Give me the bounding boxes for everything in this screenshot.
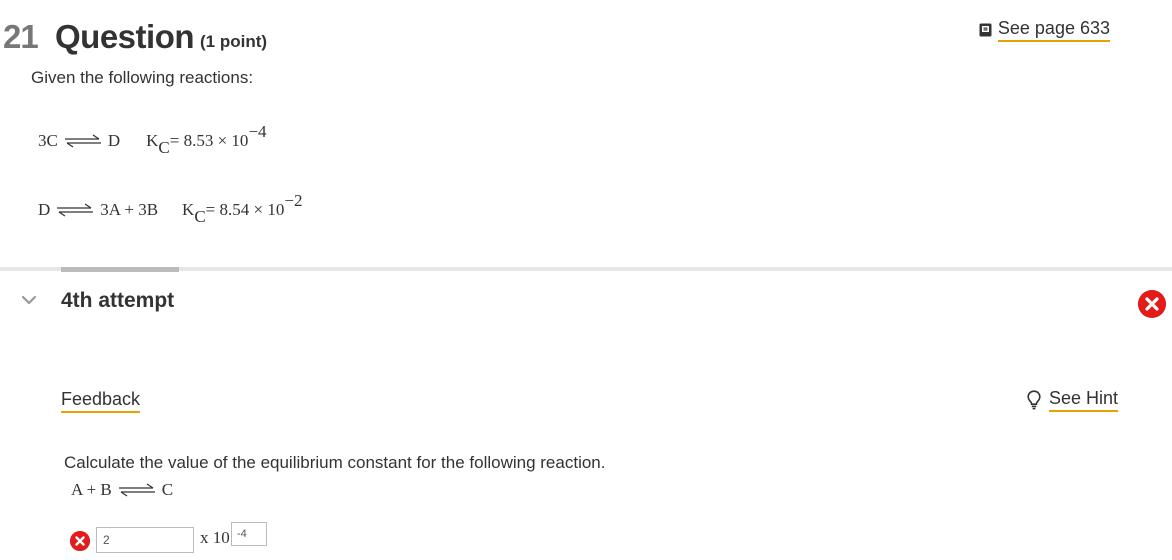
answer-exponent-input[interactable] xyxy=(231,522,267,546)
attempt-tab-indicator xyxy=(61,267,179,272)
target-reaction-rhs: C xyxy=(161,480,174,499)
question-title: Question xyxy=(55,18,195,55)
question-points: (1 point) xyxy=(200,32,268,51)
see-hint-label[interactable]: See Hint xyxy=(1048,388,1118,412)
question-number: 21 xyxy=(3,18,39,55)
answer-mantissa-input[interactable] xyxy=(96,527,194,553)
reaction-2: D 3A + 3B K C = 8.54 × 10 −2 xyxy=(38,191,302,226)
see-page-label[interactable]: See page 633 xyxy=(997,18,1110,42)
reaction-1-k-value: = 8.53 × 10 xyxy=(169,131,249,150)
attempt-label: 4th attempt xyxy=(61,289,175,312)
x-circle-icon xyxy=(1138,290,1166,318)
question-prompt: Calculate the value of the equilibrium c… xyxy=(64,453,606,472)
reaction-1-rhs: D xyxy=(107,131,121,150)
reaction-1-k-exponent: −4 xyxy=(248,122,267,141)
reaction-1-k-subscript: C xyxy=(158,138,170,157)
reaction-2-k-exponent: −2 xyxy=(284,191,303,210)
chevron-down-icon[interactable] xyxy=(20,293,38,307)
incorrect-icon xyxy=(70,531,90,551)
feedback-link[interactable]: Feedback xyxy=(61,389,141,413)
see-hint-link[interactable]: See Hint xyxy=(1027,388,1118,412)
reaction-1-k-symbol: K xyxy=(146,131,159,150)
reaction-1-lhs: 3C xyxy=(38,131,58,150)
times-ten-label: x 10 xyxy=(200,528,230,547)
lightbulb-icon xyxy=(1027,390,1041,410)
equilibrium-arrows-icon xyxy=(118,483,155,497)
equilibrium-arrows-icon xyxy=(64,134,101,148)
target-reaction-lhs: A + B xyxy=(71,480,112,499)
reaction-2-lhs: D xyxy=(38,200,51,219)
question-intro: Given the following reactions: xyxy=(31,68,254,87)
reaction-2-k-subscript: C xyxy=(194,207,206,226)
book-icon xyxy=(979,23,992,37)
reaction-1: 3C D K C = 8.53 × 10 −4 xyxy=(38,122,267,157)
reaction-2-rhs: 3A + 3B xyxy=(100,200,159,219)
reaction-2-k-symbol: K xyxy=(182,200,195,219)
see-page-link[interactable]: See page 633 xyxy=(979,18,1110,42)
reaction-2-k-value: = 8.54 × 10 xyxy=(205,200,285,219)
equilibrium-arrows-icon xyxy=(57,203,94,217)
target-reaction: A + B C xyxy=(71,480,173,500)
